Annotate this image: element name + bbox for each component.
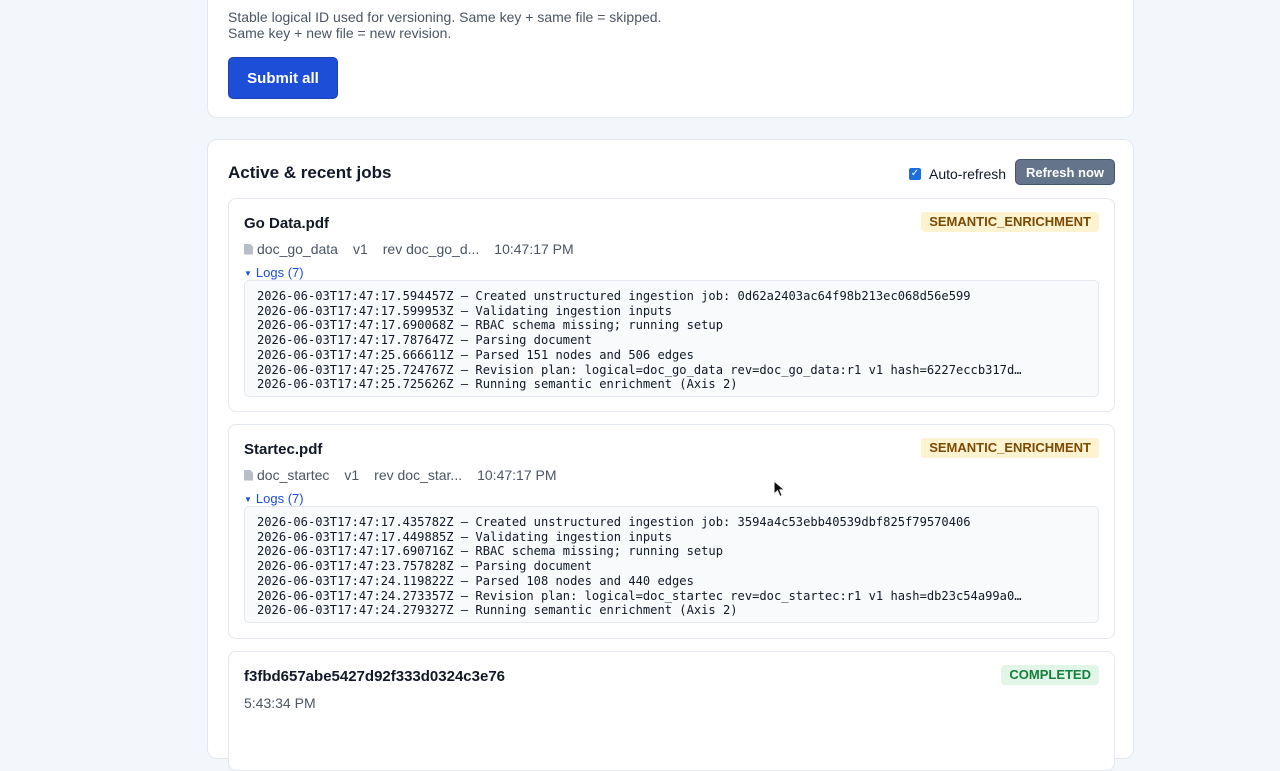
caret-down-icon: ▼	[244, 495, 252, 504]
auto-refresh-toggle[interactable]: ✓ Auto-refresh	[909, 166, 1006, 182]
log-line: 2026-06-03T17:47:25.725626Z – Running se…	[257, 377, 738, 392]
job-time: 10:47:17 PM	[494, 241, 574, 257]
refresh-now-button[interactable]: Refresh now	[1015, 159, 1115, 185]
log-line: 2026-06-03T17:47:17.435782Z – Created un…	[257, 515, 971, 529]
job-time: 5:43:34 PM	[244, 695, 316, 711]
log-line: 2026-06-03T17:47:24.279327Z – Running se…	[257, 603, 738, 618]
job-doc-id: doc_go_data	[257, 241, 338, 257]
job-version: v1	[352, 241, 368, 257]
log-line: 2026-06-03T17:47:17.690068Z – RBAC schem…	[257, 318, 723, 333]
status-badge: SEMANTIC_ENRICHMENT	[921, 212, 1099, 232]
auto-refresh-label: Auto-refresh	[929, 166, 1007, 182]
job-card: f3fbd657abe5427d92f333d0324c3e76 COMPLET…	[228, 651, 1115, 771]
log-line: 2026-06-03T17:47:17.594457Z – Created un…	[257, 289, 971, 303]
logs-toggle[interactable]: ▼ Logs (7)	[244, 491, 304, 506]
status-badge: SEMANTIC_ENRICHMENT	[921, 438, 1099, 458]
log-line: 2026-06-03T17:47:17.787647Z – Parsing do…	[257, 333, 592, 348]
job-card: Go Data.pdf SEMANTIC_ENRICHMENT doc_go_d…	[228, 198, 1115, 412]
auto-refresh-checkbox[interactable]: ✓	[909, 168, 921, 180]
logs-toggle-label: Logs (7)	[255, 265, 304, 280]
status-badge: COMPLETED	[1001, 665, 1099, 685]
log-line: 2026-06-03T17:47:25.724767Z – Revision p…	[257, 362, 1022, 377]
log-output: 2026-06-03T17:47:17.435782Z – Created un…	[244, 506, 1099, 623]
job-revision: rev doc_go_d...	[382, 241, 480, 257]
submit-all-button[interactable]: Submit all	[228, 57, 338, 99]
log-line: 2026-06-03T17:47:24.273357Z – Revision p…	[257, 588, 1022, 603]
help-line-1: Stable logical ID used for versioning. S…	[228, 9, 662, 25]
jobs-card: Active & recent jobs ✓ Auto-refresh Refr…	[207, 139, 1134, 771]
ingest-form-card: Stable logical ID used for versioning. S…	[207, 0, 1134, 118]
job-meta: doc_go_data v1 rev doc_go_d... 10:47:17 …	[244, 241, 589, 257]
job-time: 10:47:17 PM	[477, 467, 557, 483]
logs-toggle[interactable]: ▼ Logs (7)	[244, 265, 304, 280]
logical-id-help-text: Stable logical ID used for versioning. S…	[228, 9, 688, 41]
job-title: Go Data.pdf	[244, 215, 329, 232]
logs-toggle-label: Logs (7)	[255, 491, 304, 506]
log-line: 2026-06-03T17:47:24.119822Z – Parsed 108…	[257, 573, 694, 588]
mouse-cursor-icon	[773, 480, 786, 498]
caret-down-icon: ▼	[244, 269, 252, 278]
log-line: 2026-06-03T17:47:25.666611Z – Parsed 151…	[257, 347, 694, 362]
log-output: 2026-06-03T17:47:17.594457Z – Created un…	[244, 280, 1099, 397]
log-line: 2026-06-03T17:47:17.599953Z – Validating…	[257, 303, 673, 318]
job-revision: rev doc_star...	[374, 467, 463, 483]
job-title: f3fbd657abe5427d92f333d0324c3e76	[244, 668, 506, 685]
job-card: Startec.pdf SEMANTIC_ENRICHMENT doc_star…	[228, 424, 1115, 639]
help-line-2: Same key + new file = new revision.	[228, 25, 452, 41]
log-line: 2026-06-03T17:47:17.690716Z – RBAC schem…	[257, 544, 723, 559]
job-doc-id: doc_startec	[257, 467, 330, 483]
jobs-section-title: Active & recent jobs	[228, 163, 392, 182]
job-title: Startec.pdf	[244, 441, 323, 458]
log-line: 2026-06-03T17:47:23.757828Z – Parsing do…	[257, 559, 592, 574]
document-icon	[244, 243, 253, 255]
log-line: 2026-06-03T17:47:17.449885Z – Validating…	[257, 529, 673, 544]
document-icon	[244, 469, 253, 481]
job-version: v1	[344, 467, 360, 483]
job-meta: doc_startec v1 rev doc_star... 10:47:17 …	[244, 467, 572, 483]
